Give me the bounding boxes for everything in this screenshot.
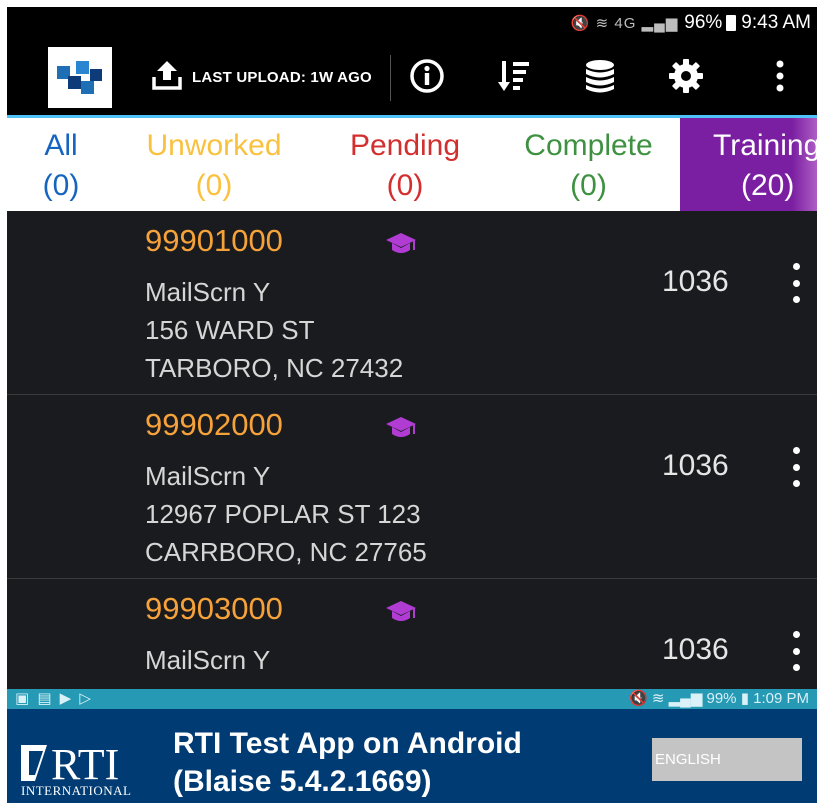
tab-count: (0) [42, 169, 80, 202]
case-city: CARRBORO, NC 27765 [145, 537, 427, 567]
app-title-line-1: RTI Test App on Android [173, 727, 522, 760]
app-logo-icon[interactable] [48, 47, 112, 108]
network-type: 4G [614, 15, 637, 32]
tab-count: (0) [195, 169, 233, 202]
graduation-cap-icon [385, 230, 417, 258]
tab-label: Unworked [146, 129, 282, 162]
row-menu-icon[interactable] [785, 447, 807, 487]
case-list[interactable]: 99901000 MailScrn Y 156 WARD ST TARBORO,… [7, 211, 817, 689]
tab-complete[interactable]: Complete (0) [497, 118, 680, 211]
case-number: 1036 [662, 449, 729, 482]
list-item[interactable]: 99901000 MailScrn Y 156 WARD ST TARBORO,… [7, 211, 817, 395]
case-address: 156 WARD ST [145, 315, 315, 345]
tab-count: (0) [386, 169, 424, 202]
graduation-cap-icon [385, 414, 417, 442]
case-city: TARBORO, NC 27432 [145, 353, 404, 383]
rti-logo-subtext: INTERNATIONAL [21, 783, 131, 797]
case-id: 99903000 [145, 591, 283, 626]
info-icon [409, 58, 445, 99]
case-number: 1036 [662, 633, 729, 666]
case-id: 99901000 [145, 223, 283, 258]
case-line-1: MailScrn Y [145, 461, 271, 491]
graduation-cap-icon [385, 598, 417, 626]
language-button[interactable]: ENGLISH [652, 738, 802, 781]
tab-count: (20) [741, 169, 795, 202]
overlay-status-bar: ▣ ▤ ▶ ▷ 🔇 ≋ ▂▄▆ 99% ▮ 1:09 PM [7, 689, 817, 709]
rti-logo-text: RTI [51, 740, 119, 789]
list-item[interactable]: 99902000 MailScrn Y 12967 POPLAR ST 123 … [7, 395, 817, 579]
tab-count: (0) [570, 169, 607, 202]
gear-icon [668, 58, 704, 99]
overlay-battery-percent: 99% [706, 690, 737, 707]
database-icon [583, 58, 617, 99]
tab-pending[interactable]: Pending (0) [313, 118, 497, 211]
sort-icon [497, 58, 531, 99]
app-title-line-2: (Blaise 5.4.2.1669) [173, 765, 432, 798]
overlay-clock: 1:09 PM [753, 690, 809, 707]
case-line-1: MailScrn Y [145, 645, 271, 675]
rti-logo: RTI INTERNATIONAL [15, 719, 165, 798]
list-item[interactable]: 99903000 MailScrn Y 1036 [7, 579, 817, 689]
sort-button[interactable] [493, 57, 535, 99]
tab-label: Training [713, 129, 817, 162]
tab-label: Complete [524, 129, 653, 162]
info-button[interactable] [406, 57, 448, 99]
case-address: 12967 POPLAR ST 123 [145, 499, 421, 529]
status-tabs: All (0) Unworked (0) Pending (0) Complet… [7, 118, 817, 211]
database-button[interactable] [579, 57, 621, 99]
app-title: RTI Test App on Android (Blaise 5.4.2.16… [173, 725, 522, 801]
last-upload-label: LAST UPLOAD: 1W AGO [192, 68, 372, 86]
status-bar: 🔇 ≋ 4G ▂▄▆ 96% 9:43 AM [7, 7, 817, 39]
case-line-1: MailScrn Y [145, 277, 271, 307]
battery-percent: 96% [684, 12, 723, 33]
notification-icons: ▣ ▤ ▶ ▷ [15, 690, 93, 707]
app-window: 🔇 ≋ 4G ▂▄▆ 96% 9:43 AM LAST UPLOAD: 1W A… [7, 7, 817, 803]
clock: 9:43 AM [741, 12, 811, 33]
tab-training[interactable]: Training (20) [680, 118, 817, 211]
tab-label: Pending [349, 129, 461, 162]
battery-icon [726, 15, 737, 31]
row-menu-icon[interactable] [785, 631, 807, 671]
tab-all[interactable]: All (0) [7, 118, 115, 211]
app-banner: RTI INTERNATIONAL RTI Test App on Androi… [7, 709, 817, 803]
upload-icon [150, 58, 184, 97]
tab-unworked[interactable]: Unworked (0) [115, 118, 313, 211]
upload-button[interactable]: LAST UPLOAD: 1W AGO [150, 57, 372, 97]
toolbar-divider [390, 55, 391, 101]
case-id: 99902000 [145, 407, 283, 442]
case-number: 1036 [662, 265, 729, 298]
tab-label: All [44, 129, 78, 162]
overlay-status-right: 🔇 ≋ ▂▄▆ 99% ▮ 1:09 PM [629, 690, 809, 707]
settings-button[interactable] [665, 57, 707, 99]
overflow-menu-button[interactable] [759, 57, 801, 99]
toolbar: LAST UPLOAD: 1W AGO [7, 39, 817, 115]
row-menu-icon[interactable] [785, 263, 807, 303]
status-icons: 🔇 ≋ 4G ▂▄▆ [570, 15, 679, 32]
overflow-menu-icon [775, 59, 785, 98]
